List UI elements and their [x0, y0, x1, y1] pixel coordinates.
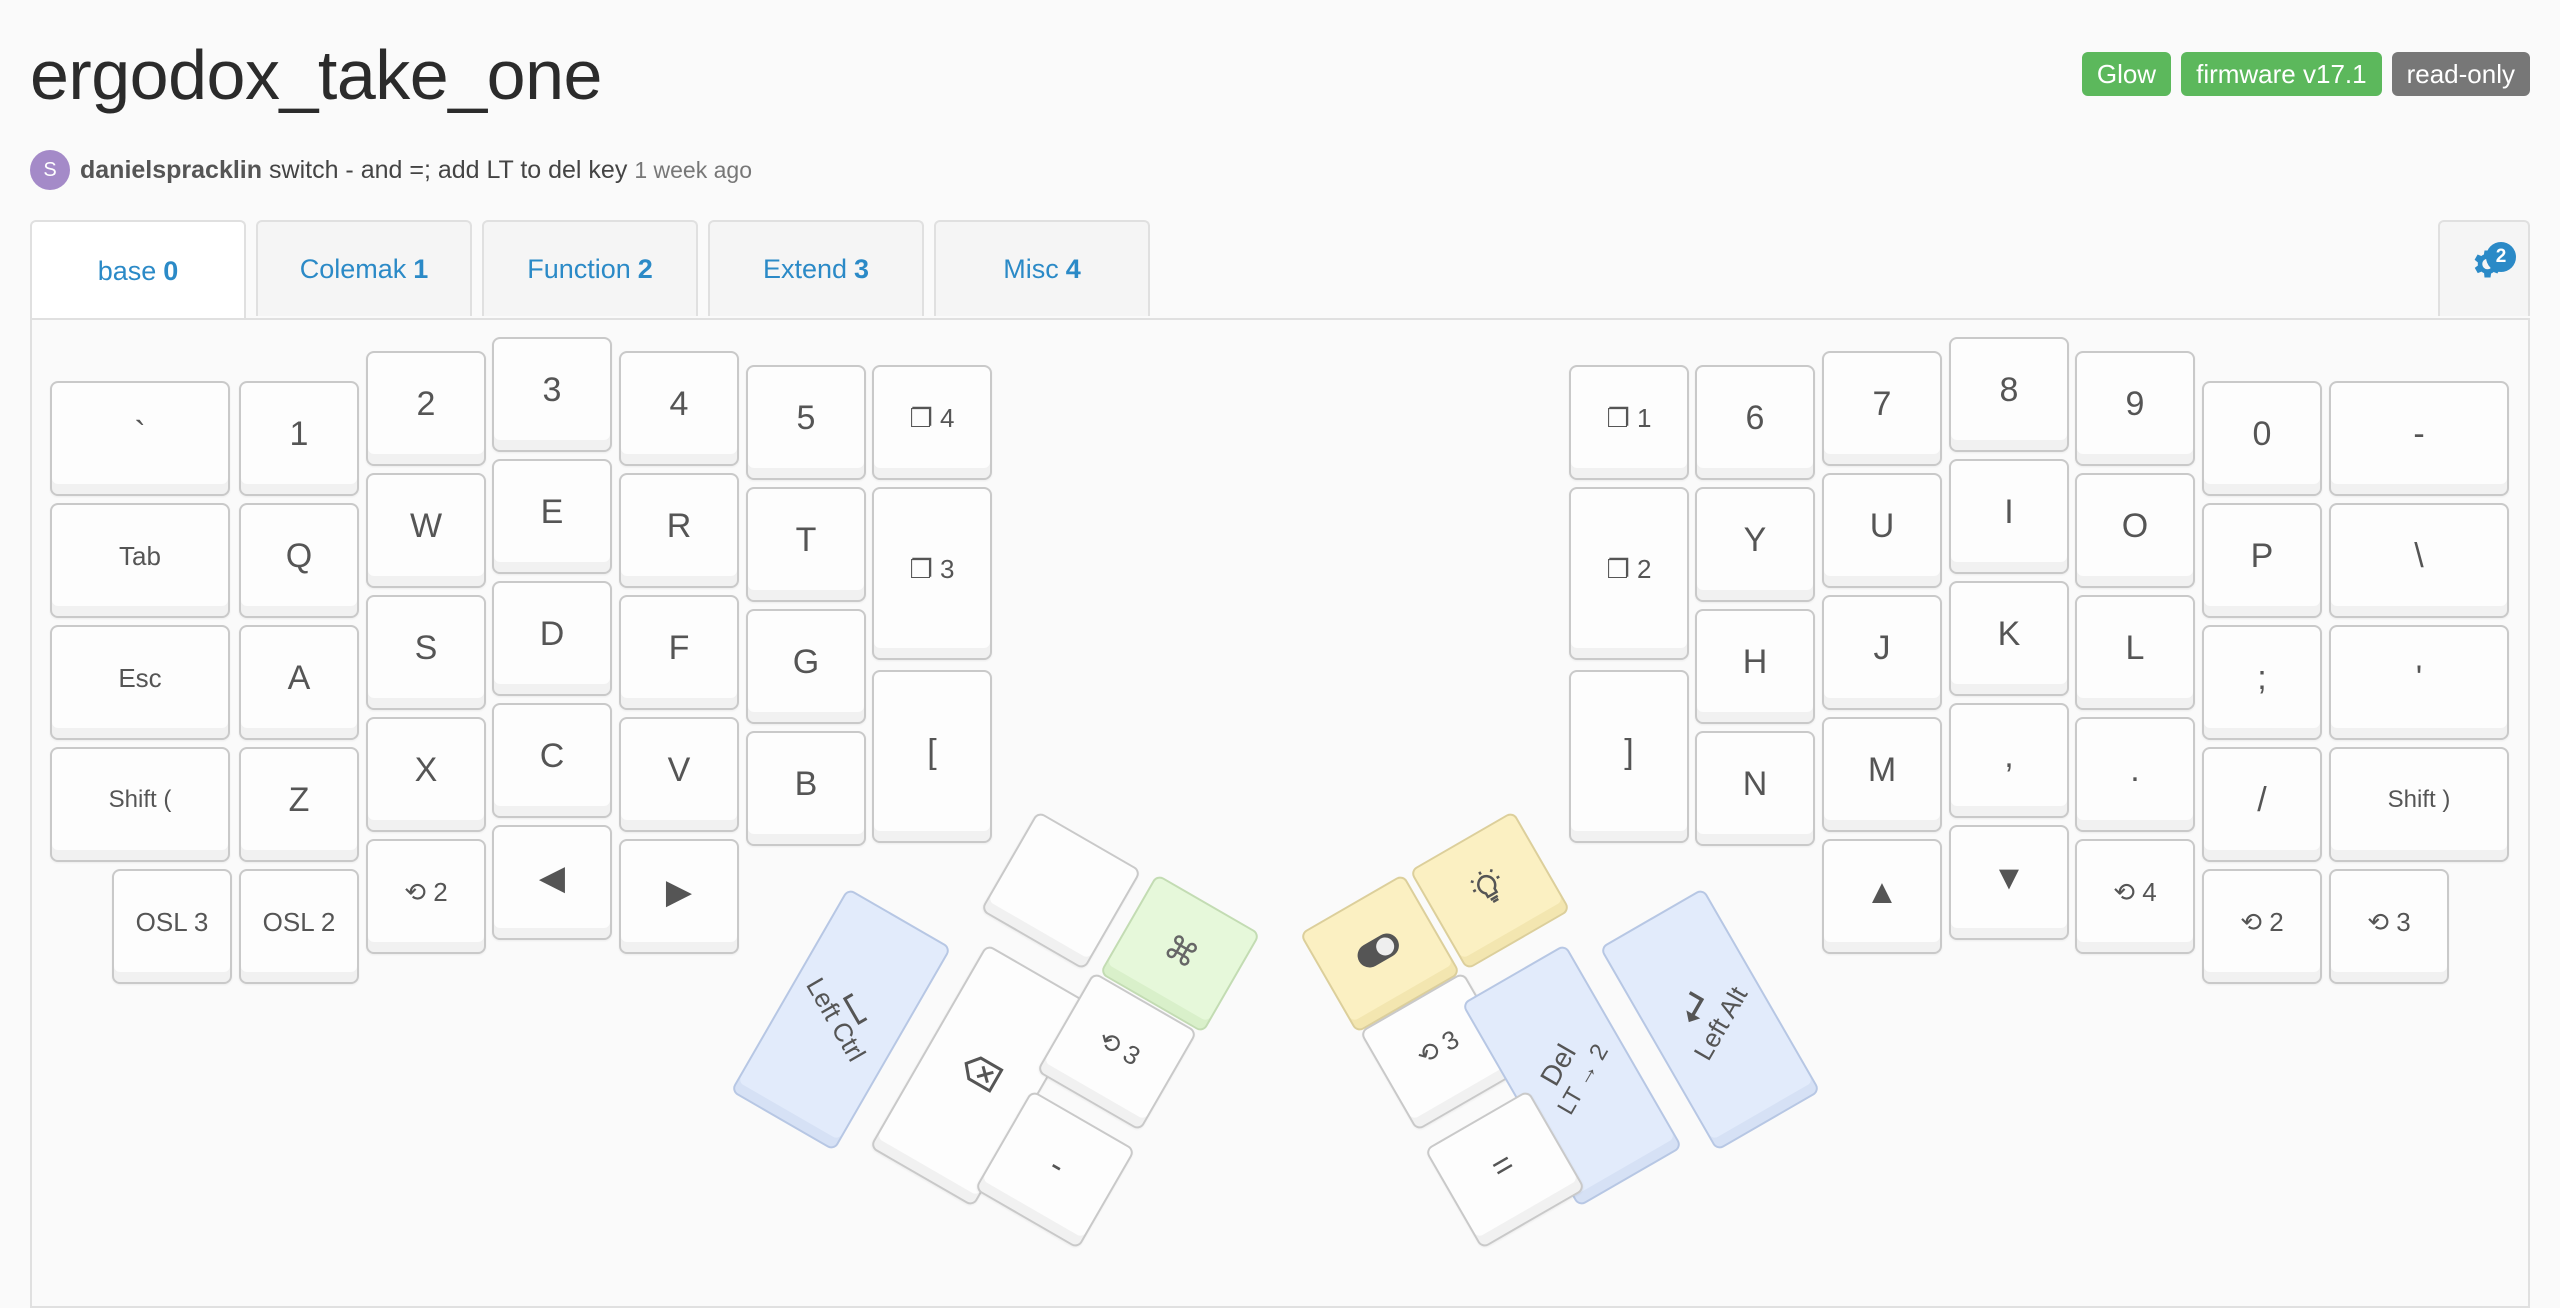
- key[interactable]: ⟲ 2: [366, 839, 486, 954]
- key[interactable]: 2: [366, 351, 486, 466]
- key[interactable]: D: [492, 581, 612, 696]
- key[interactable]: ❐ 2: [1569, 487, 1689, 660]
- key[interactable]: .: [2075, 717, 2195, 832]
- key[interactable]: T: [746, 487, 866, 602]
- tab-number: 0: [163, 255, 179, 286]
- key[interactable]: 1: [239, 381, 359, 496]
- key[interactable]: 6: [1695, 365, 1815, 480]
- key[interactable]: ▶: [619, 839, 739, 954]
- tab-number: 3: [854, 253, 870, 284]
- key[interactable]: ⟲ 3: [2329, 869, 2449, 984]
- firmware-badge: firmware v17.1: [2181, 52, 2382, 96]
- tab-number: 1: [413, 253, 429, 284]
- key[interactable]: E: [492, 459, 612, 574]
- key[interactable]: 3: [492, 337, 612, 452]
- revision-message: switch - and =; add LT to del key: [269, 155, 628, 184]
- key[interactable]: V: [619, 717, 739, 832]
- key[interactable]: N: [1695, 731, 1815, 846]
- key[interactable]: Tab: [50, 503, 230, 618]
- key[interactable]: C: [492, 703, 612, 818]
- settings-count-badge: 2: [2486, 242, 2516, 272]
- key[interactable]: OSL 3: [112, 869, 232, 984]
- tab-function[interactable]: Function 2: [482, 220, 698, 316]
- badge-group: Glow firmware v17.1 read-only: [2081, 52, 2530, 96]
- key[interactable]: ,: [1949, 703, 2069, 818]
- tab-colemak[interactable]: Colemak 1: [256, 220, 472, 316]
- key[interactable]: Y: [1695, 487, 1815, 602]
- key[interactable]: 7: [1822, 351, 1942, 466]
- readonly-badge: read-only: [2391, 52, 2530, 96]
- key[interactable]: W: [366, 473, 486, 588]
- lightbulb-icon: [1470, 868, 1500, 903]
- key[interactable]: Shift (: [50, 747, 230, 862]
- key[interactable]: Shift ): [2329, 747, 2509, 862]
- tab-extend[interactable]: Extend 3: [708, 220, 924, 316]
- key[interactable]: 0: [2202, 381, 2322, 496]
- key[interactable]: 5: [746, 365, 866, 480]
- key[interactable]: 8: [1949, 337, 2069, 452]
- revision-time: 1 week ago: [634, 156, 752, 183]
- tab-label: Extend: [762, 253, 848, 284]
- settings-tab[interactable]: 2: [2438, 220, 2530, 316]
- key[interactable]: O: [2075, 473, 2195, 588]
- key[interactable]: ]: [1569, 670, 1689, 843]
- key[interactable]: G: [746, 609, 866, 724]
- key[interactable]: ⟲ 4: [2075, 839, 2195, 954]
- key[interactable]: K: [1949, 581, 2069, 696]
- key[interactable]: P: [2202, 503, 2322, 618]
- tab-label: base: [97, 255, 157, 286]
- key[interactable]: S: [366, 595, 486, 710]
- key[interactable]: \: [2329, 503, 2509, 618]
- backspace-icon: [964, 1055, 1004, 1093]
- layout-title: ergodox_take_one: [30, 36, 602, 114]
- revision-author[interactable]: danielspracklin: [80, 156, 262, 185]
- tab-label: Function: [527, 253, 631, 284]
- key[interactable]: -: [2329, 381, 2509, 496]
- toggle-icon: [1357, 933, 1399, 968]
- key[interactable]: Z: [239, 747, 359, 862]
- avatar[interactable]: S: [30, 150, 70, 190]
- key[interactable]: `: [50, 381, 230, 496]
- tab-label: Colemak: [299, 253, 407, 284]
- tab-misc[interactable]: Misc 4: [934, 220, 1150, 316]
- key[interactable]: X: [366, 717, 486, 832]
- key[interactable]: ◀: [492, 825, 612, 940]
- key[interactable]: Esc: [50, 625, 230, 740]
- glow-badge: Glow: [2081, 52, 2172, 96]
- tab-number: 4: [1065, 253, 1081, 284]
- key[interactable]: B: [746, 731, 866, 846]
- key[interactable]: L: [2075, 595, 2195, 710]
- key[interactable]: H: [1695, 609, 1815, 724]
- key[interactable]: ▼: [1949, 825, 2069, 940]
- key[interactable]: ⟲ 2: [2202, 869, 2322, 984]
- key[interactable]: R: [619, 473, 739, 588]
- key[interactable]: ▲: [1822, 839, 1942, 954]
- key[interactable]: 9: [2075, 351, 2195, 466]
- key[interactable]: OSL 2: [239, 869, 359, 984]
- tab-number: 2: [637, 253, 653, 284]
- key[interactable]: /: [2202, 747, 2322, 862]
- key[interactable]: F: [619, 595, 739, 710]
- key[interactable]: ❐ 1: [1569, 365, 1689, 480]
- key[interactable]: ': [2329, 625, 2509, 740]
- key[interactable]: J: [1822, 595, 1942, 710]
- key[interactable]: ;: [2202, 625, 2322, 740]
- key[interactable]: Q: [239, 503, 359, 618]
- key[interactable]: M: [1822, 717, 1942, 832]
- key[interactable]: ❐ 3: [872, 487, 992, 660]
- tab-label: Misc: [1003, 253, 1059, 284]
- key[interactable]: 4: [619, 351, 739, 466]
- key[interactable]: I: [1949, 459, 2069, 574]
- key[interactable]: A: [239, 625, 359, 740]
- tab-base[interactable]: base 0: [30, 220, 246, 320]
- key[interactable]: [: [872, 670, 992, 843]
- command-icon: [1166, 934, 1198, 966]
- revision-info: S danielspracklin switch - and =; add LT…: [30, 150, 752, 190]
- key[interactable]: ❐ 4: [872, 365, 992, 480]
- key[interactable]: U: [1822, 473, 1942, 588]
